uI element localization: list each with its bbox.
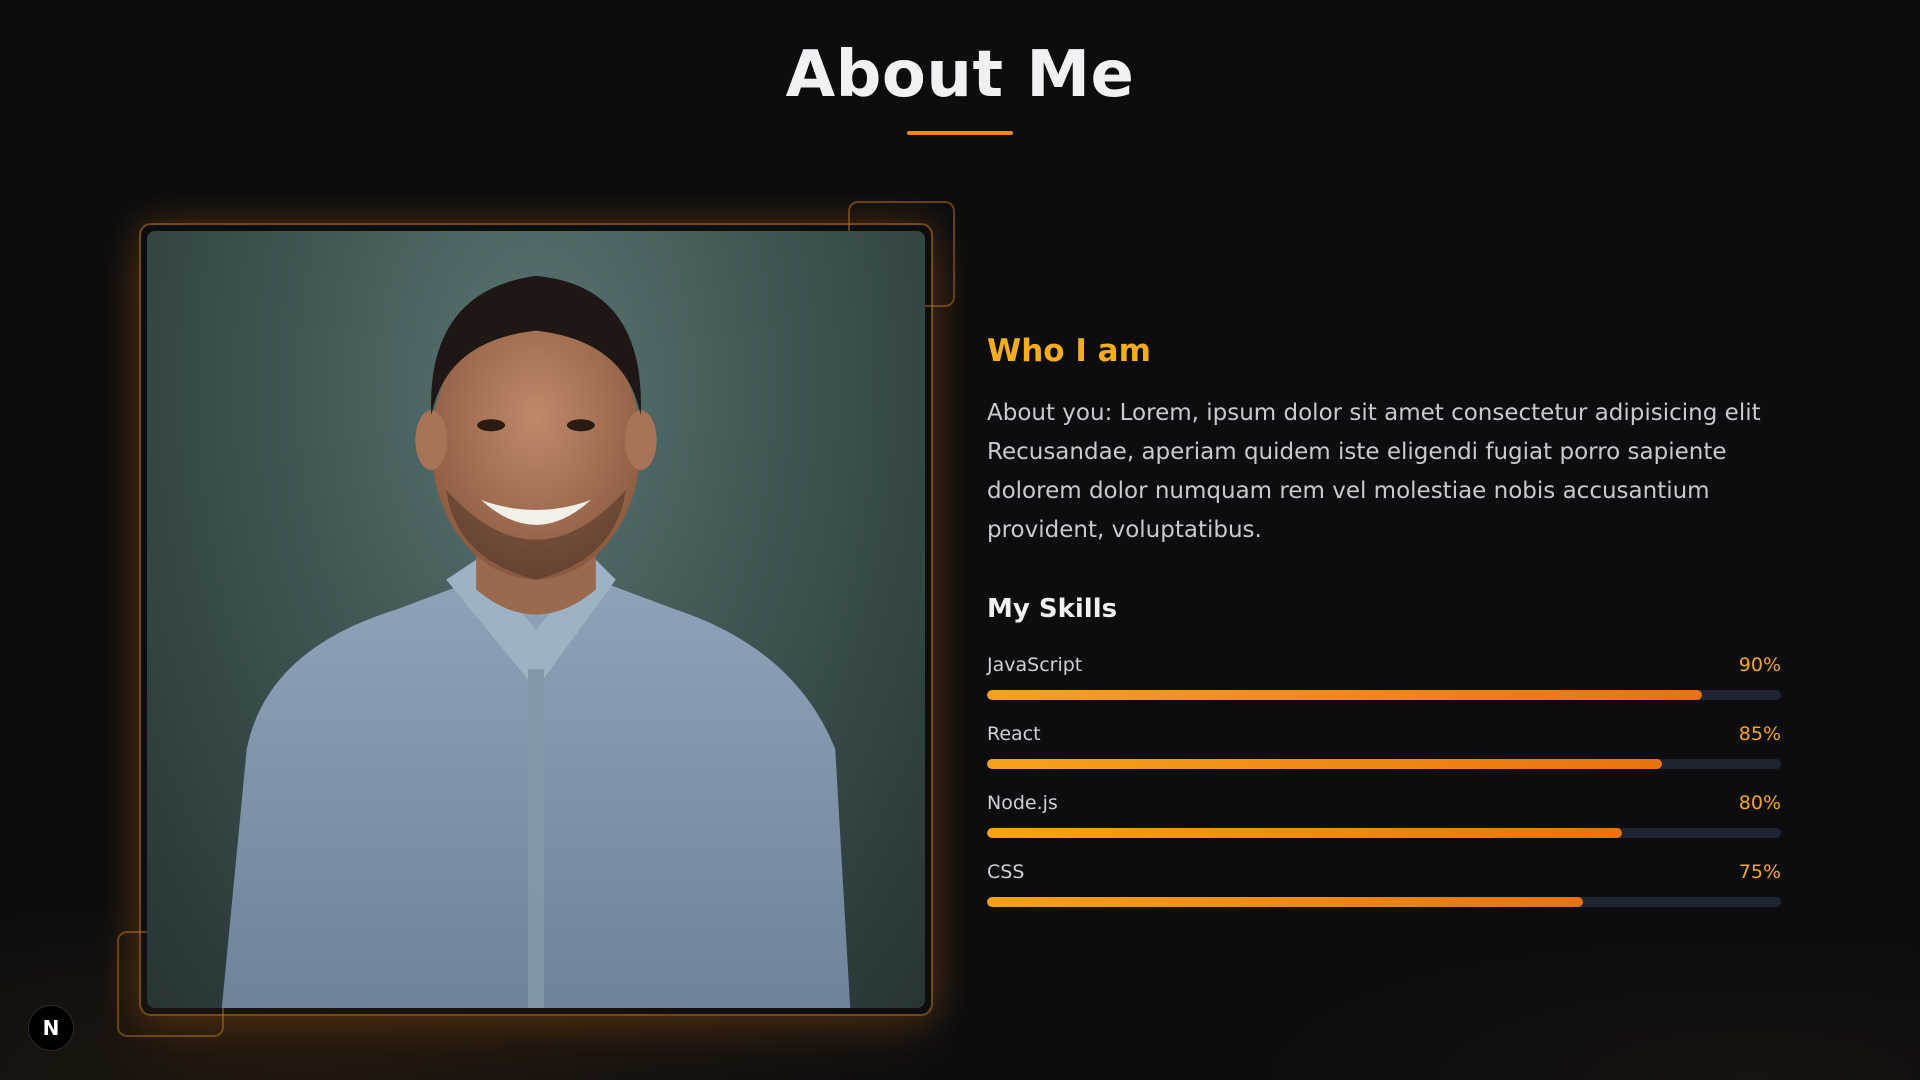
skill-name: CSS	[987, 861, 1025, 883]
title-underline	[907, 131, 1013, 135]
skill-name: JavaScript	[987, 654, 1083, 676]
nextjs-dev-badge-icon[interactable]: N	[28, 1005, 74, 1051]
skill-progress-track	[987, 897, 1781, 907]
skill-item-css: CSS 75%	[987, 861, 1781, 930]
person-portrait-image	[221, 275, 851, 1008]
skill-percent: 85%	[1738, 723, 1781, 745]
skill-progress-track	[987, 690, 1781, 700]
skill-progress-track	[987, 759, 1781, 769]
skill-progress-track	[987, 828, 1781, 838]
skill-item-javascript: JavaScript 90%	[987, 654, 1781, 723]
skill-percent: 90%	[1738, 654, 1781, 676]
skill-name: React	[987, 723, 1041, 745]
about-section: About Me Who I am About you: Lorem, ipsu…	[0, 0, 1920, 1080]
who-i-am-heading: Who I am	[987, 333, 1151, 369]
profile-photo	[147, 231, 925, 1008]
skill-progress-fill	[987, 690, 1702, 700]
about-description: About you: Lorem, ipsum dolor sit amet c…	[987, 400, 1761, 543]
skill-progress-fill	[987, 897, 1583, 907]
skill-item-react: React 85%	[987, 723, 1781, 792]
skill-progress-fill	[987, 759, 1662, 769]
skill-item-nodejs: Node.js 80%	[987, 792, 1781, 861]
profile-photo-frame	[139, 223, 933, 1016]
skill-progress-fill	[987, 828, 1623, 838]
skills-list: JavaScript 90% React 85% Node.js 80% CSS…	[987, 654, 1781, 930]
skill-percent: 75%	[1738, 861, 1781, 883]
page-title: About Me	[785, 38, 1135, 112]
skill-percent: 80%	[1738, 792, 1781, 814]
my-skills-heading: My Skills	[987, 594, 1118, 624]
skill-name: Node.js	[987, 792, 1058, 814]
